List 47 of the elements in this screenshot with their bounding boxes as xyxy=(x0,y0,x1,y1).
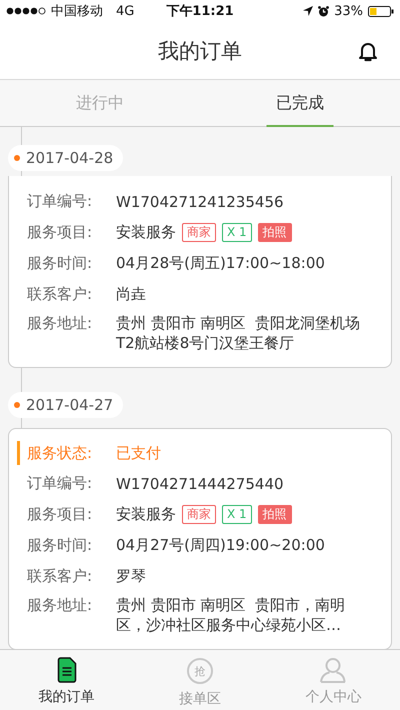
service-tag: 拍照 xyxy=(258,505,292,524)
field-value: 尚垚 xyxy=(116,285,146,304)
document-icon xyxy=(56,657,77,683)
order-card[interactable]: 服务状态: 已支付 订单编号: W1704271444275440 服务项目: 安装服务 商家 X 1 拍照 服务时间: 04月27号(周四)19:00~20:00 联系客户: 罗琴 服务地址: 贵州 贵阳市 南明区 贵阳市，南明区，沙冲社区服务中心绿苑小区… xyxy=(8,428,392,649)
service-tag: 拍照 xyxy=(258,223,292,242)
field-value: W1704271241235456 xyxy=(116,192,284,210)
field-value: 罗琴 xyxy=(116,567,146,586)
field-label: 服务项目: xyxy=(27,222,94,243)
field-label: 订单编号: xyxy=(27,191,94,212)
field-value: 04月27号(周四)19:00~20:00 xyxy=(116,536,325,555)
status-label: 服务状态: xyxy=(27,443,94,464)
order-card[interactable]: 订单编号: W1704271241235456 服务项目: 安装服务 商家 X 1 拍照 服务时间: 04月28号(周五)17:00~18:00 联系客户: 尚垚 服务地址: 贵州 贵阳市 南明区 贵阳龙洞堡机场T2航站楼8号门汉堡王餐厅 xyxy=(8,176,392,368)
field-value: 贵州 贵阳市 南明区 贵阳龙洞堡机场T2航站楼8号门汉堡王餐厅 xyxy=(116,313,362,353)
person-icon xyxy=(319,657,348,683)
field-value: 贵州 贵阳市 南明区 贵阳市，南明区，沙冲社区服务中心绿苑小区… xyxy=(116,595,346,635)
field-value: W1704271444275440 xyxy=(116,474,284,492)
field-label: 联系客户: xyxy=(27,284,94,305)
signal-icon xyxy=(6,7,46,15)
date-pill: 2017-04-28 xyxy=(8,145,124,171)
alarm-icon xyxy=(318,6,330,16)
battery-percent: 33% xyxy=(334,4,363,18)
field-value: 安装服务 xyxy=(116,223,176,242)
field-label: 服务地址: xyxy=(27,313,94,333)
grab-icon: 抢 xyxy=(186,658,213,684)
location-icon xyxy=(303,6,314,16)
nav-tab[interactable]: 我的订单 xyxy=(0,650,134,710)
service-tag: X 1 xyxy=(222,505,252,524)
network-text: 4G xyxy=(116,4,134,18)
service-tag: X 1 xyxy=(222,223,252,242)
field-value: 安装服务 xyxy=(116,505,176,524)
carrier-text: 中国移动 xyxy=(51,3,103,20)
battery-icon xyxy=(368,6,394,16)
field-label: 服务时间: xyxy=(27,535,94,556)
clock-text: 下午11:21 xyxy=(166,3,234,20)
service-tag: 商家 xyxy=(182,223,216,242)
field-label: 联系客户: xyxy=(27,566,94,587)
order-tab[interactable]: 已完成 xyxy=(200,80,400,126)
field-label: 服务时间: xyxy=(27,253,94,274)
field-value: 04月28号(周五)17:00~18:00 xyxy=(116,254,325,273)
field-label: 服务项目: xyxy=(27,504,94,525)
bell-icon[interactable] xyxy=(358,41,378,63)
field-label: 服务地址: xyxy=(27,595,94,615)
service-tag: 商家 xyxy=(182,505,216,524)
field-label: 订单编号: xyxy=(27,473,94,494)
date-pill: 2017-04-27 xyxy=(8,392,124,418)
status-value: 已支付 xyxy=(116,443,161,464)
page-title: 我的订单 xyxy=(158,38,242,64)
